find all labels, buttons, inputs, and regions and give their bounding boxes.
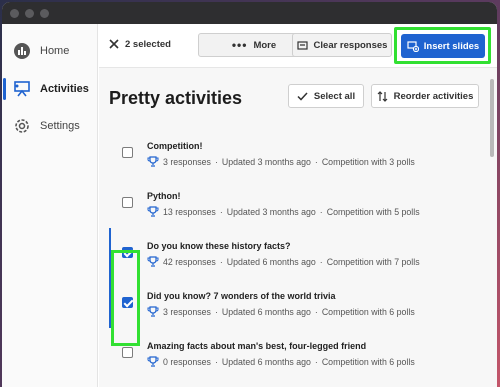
item-responses: 0 responses [163,356,211,367]
more-button-label: More [253,39,277,51]
item-updated: Updated 6 months ago [221,306,311,317]
separator-dot: · [314,156,318,167]
trophy-icon [147,306,159,317]
list-item[interactable]: Python! 13 responses · Updated 3 months … [99,178,484,228]
item-checkbox[interactable] [122,147,133,158]
sidebar-item-label: Activities [40,83,89,95]
separator-dot: · [214,156,218,167]
trophy-icon [147,356,159,367]
separator-dot: · [214,306,218,317]
item-responses: 42 responses [163,256,216,267]
checkbox-highlight [111,250,140,346]
sidebar-item-home[interactable]: Home [2,36,98,66]
item-meta: 3 responses · Updated 6 months ago · Com… [147,306,415,317]
item-title[interactable]: Competition! [147,141,203,151]
insert-slides-button[interactable]: Insert slides [401,34,485,58]
separator-dot: · [314,306,318,317]
separator-dot: · [319,206,323,217]
item-updated: Updated 3 months ago [226,206,316,217]
item-type: Competition with 7 polls [326,256,420,267]
trophy-icon [147,256,159,267]
separator-dot: · [219,206,223,217]
reorder-activities-label: Reorder activities [393,90,474,102]
sidebar-item-activities[interactable]: Activities [2,74,98,104]
ellipsis-icon: ••• [231,38,248,52]
item-responses: 3 responses [163,306,211,317]
clear-icon [296,40,308,50]
selected-count: 2 selected [125,39,171,50]
list-item[interactable]: Did you know? 7 wonders of the world tri… [99,278,484,328]
sort-arrows-icon [377,90,388,102]
maximize-window-dot[interactable] [40,8,49,18]
item-title[interactable]: Did you know? 7 wonders of the world tri… [147,291,336,301]
trophy-icon [147,156,159,167]
item-type: Competition with 6 polls [321,306,415,317]
item-title[interactable]: Amazing facts about man's best, four-leg… [147,341,366,351]
scrollbar[interactable] [490,79,494,157]
close-icon[interactable] [108,38,120,50]
separator-dot: · [319,256,323,267]
item-responses: 13 responses [163,206,216,217]
list-item[interactable]: Amazing facts about man's best, four-leg… [99,328,484,378]
select-all-button[interactable]: Select all [288,84,364,108]
minimize-window-dot[interactable] [25,8,34,18]
item-title[interactable]: Python! [147,191,181,201]
clear-responses-label: Clear responses [313,39,388,51]
item-meta: 3 responses · Updated 3 months ago · Com… [147,156,415,167]
app-window: Home Activities Settings 2 selected ••• … [2,2,497,387]
separator-dot: · [219,256,223,267]
selection-toolbar: 2 selected ••• More Clear responses Inse… [99,24,497,68]
item-checkbox[interactable] [122,197,133,208]
sidebar-item-label: Home [40,45,70,57]
item-updated: Updated 6 months ago [221,356,311,367]
sidebar-item-label: Settings [40,120,80,132]
gear-icon [15,119,29,133]
item-checkbox[interactable] [122,347,133,358]
close-window-dot[interactable] [10,8,19,18]
item-meta: 42 responses · Updated 6 months ago · Co… [147,256,420,267]
select-all-label: Select all [313,90,356,102]
chart-pie-icon [14,43,30,59]
presentation-icon [14,81,30,97]
separator-dot: · [214,356,218,367]
sidebar-item-settings[interactable]: Settings [2,111,98,141]
item-meta: 0 responses · Updated 6 months ago · Com… [147,356,415,367]
title-bar [2,2,497,24]
item-responses: 3 responses [163,156,211,167]
clear-responses-button[interactable]: Clear responses [292,33,392,57]
separator-dot: · [314,356,318,367]
main-panel: 2 selected ••• More Clear responses Inse… [99,24,497,387]
list-item[interactable]: Competition! 3 responses · Updated 3 mon… [99,128,484,178]
item-type: Competition with 6 polls [321,356,415,367]
reorder-activities-button[interactable]: Reorder activities [371,84,479,108]
item-type: Competition with 5 polls [326,206,420,217]
trophy-icon [147,206,159,217]
sidebar: Home Activities Settings [2,24,98,387]
insert-slide-icon [407,40,419,52]
item-title[interactable]: Do you know these history facts? [147,241,291,251]
item-meta: 13 responses · Updated 3 months ago · Co… [147,206,420,217]
insert-slides-highlight: Insert slides [394,27,491,64]
page-title: Pretty activities [109,88,243,108]
item-updated: Updated 3 months ago [221,156,311,167]
insert-slides-label: Insert slides [423,40,480,52]
item-type: Competition with 3 polls [321,156,415,167]
item-updated: Updated 6 months ago [226,256,316,267]
list-item[interactable]: Do you know these history facts? 42 resp… [99,228,484,278]
checkmark-icon [297,91,308,101]
